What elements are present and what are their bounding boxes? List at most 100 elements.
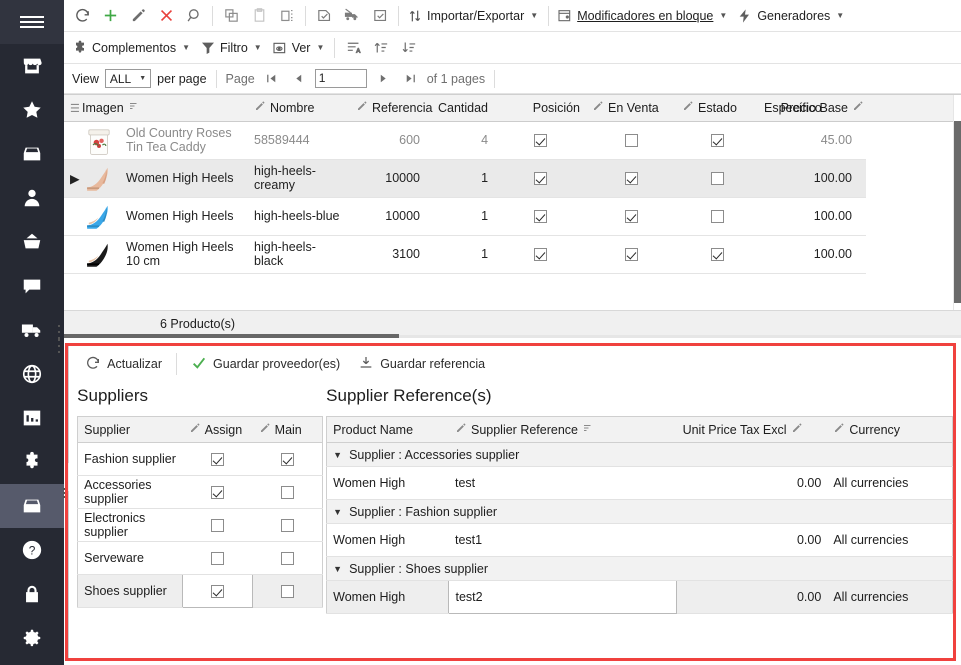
suppliers-col-supplier[interactable]: Supplier [77, 416, 183, 443]
grid-header-cantidad[interactable]: Cantidad [426, 95, 495, 122]
checkbox-especifico[interactable] [710, 210, 724, 224]
table-row[interactable]: Old Country Roses Tin Tea Caddy 58589444… [64, 121, 961, 160]
checkbox-especifico[interactable] [710, 134, 724, 148]
group-header-cell[interactable]: ▼ Supplier : Shoes supplier [326, 556, 953, 581]
checkbox-main[interactable] [280, 453, 294, 467]
supplier-assign-cell[interactable] [182, 475, 253, 509]
checkbox-estado[interactable] [624, 248, 638, 262]
refresh-suppliers-button[interactable]: Actualizar [77, 351, 170, 377]
checkbox-especifico[interactable] [710, 172, 724, 186]
row-estado[interactable] [586, 197, 677, 236]
view-button[interactable]: Ver ▼ [268, 34, 331, 62]
sidebar-item-settings[interactable] [0, 616, 64, 660]
sort-asc-button[interactable] [367, 34, 395, 62]
panel-splitter-handle[interactable] [58, 316, 66, 330]
checkbox-assign[interactable] [211, 585, 225, 599]
table-row[interactable]: Serveware [77, 541, 323, 575]
chevron-down-icon-group[interactable]: ▼ [333, 507, 342, 517]
paste-button[interactable] [245, 2, 273, 30]
sort-desc-button[interactable] [395, 34, 423, 62]
sidebar-item-localization[interactable] [0, 352, 64, 396]
row-expander[interactable] [64, 235, 76, 274]
chevron-down-icon-group[interactable]: ▼ [333, 564, 342, 574]
grid-header-estado[interactable]: Estado [676, 95, 759, 122]
checkbox-assign[interactable] [211, 453, 225, 467]
last-page-button[interactable] [400, 72, 421, 85]
delete-button[interactable] [152, 2, 180, 30]
table-row[interactable]: Women High test1 0.00 All currencies [326, 523, 953, 557]
import-export-button[interactable]: Importar/Exportar ▼ [403, 2, 544, 30]
grid-header-nombre[interactable]: Nombre [248, 95, 351, 122]
suppliers-col-main[interactable]: Main [252, 416, 323, 443]
checkbox-especifico[interactable] [710, 248, 724, 262]
save-reference-button[interactable]: Guardar referencia [350, 351, 493, 377]
group-header-row[interactable]: ▼ Supplier : Fashion supplier [326, 499, 953, 524]
prev-page-button[interactable] [288, 72, 309, 85]
next-page-button[interactable] [373, 72, 394, 85]
checkbox-en-venta[interactable] [533, 172, 547, 186]
ref-col-currency[interactable]: Currency [827, 416, 953, 443]
grid-vscrollbar[interactable] [953, 95, 961, 310]
checkbox-estado[interactable] [624, 172, 638, 186]
grid-header-menu[interactable]: ☰ [64, 95, 80, 122]
row-expander[interactable] [64, 197, 76, 236]
checkbox-en-venta[interactable] [533, 134, 547, 148]
menu-toggle-button[interactable] [0, 0, 64, 44]
grid-header-imagen[interactable]: Imagen [76, 95, 249, 122]
checkbox-estado[interactable] [624, 134, 638, 148]
checkbox-en-venta[interactable] [533, 248, 547, 262]
ref-col-supplier-reference[interactable]: Supplier Reference [448, 416, 677, 443]
sidebar-item-modules[interactable] [0, 440, 64, 484]
table-row[interactable]: Fashion supplier [77, 442, 323, 476]
supplier-main-cell[interactable] [252, 541, 323, 575]
ref-col-unit-price[interactable]: Unit Price Tax Excl [676, 416, 828, 443]
sidebar-item-products[interactable] [0, 484, 64, 528]
row-en-venta[interactable] [494, 197, 587, 236]
supplier-assign-cell[interactable] [182, 541, 253, 575]
search-button[interactable] [180, 2, 208, 30]
table-row[interactable]: Women High Heels 10 cm high-heels-black … [64, 235, 961, 274]
row-especifico[interactable] [676, 197, 759, 236]
suppliers-col-assign[interactable]: Assign [182, 416, 253, 443]
supplier-main-cell[interactable] [252, 574, 323, 608]
sidebar-item-customers[interactable] [0, 176, 64, 220]
grid-header-posicion[interactable]: Posición [494, 95, 587, 122]
page-number-input[interactable]: 1 [314, 69, 367, 88]
checkbox-main[interactable] [280, 519, 294, 533]
row-especifico[interactable] [676, 159, 759, 198]
pane-splitter-handle[interactable] [61, 486, 69, 500]
sidebar-item-stats[interactable] [0, 396, 64, 440]
grid-hscrollbar[interactable] [64, 333, 961, 340]
sidebar-item-store[interactable] [0, 44, 64, 88]
row-en-venta[interactable] [494, 121, 587, 160]
per-page-select[interactable]: ALL ▼ [104, 69, 152, 88]
duplicate-button[interactable] [273, 2, 301, 30]
ref-supplier-reference[interactable]: test [448, 466, 677, 500]
supplier-assign-cell[interactable] [182, 508, 253, 542]
row-expander[interactable]: ▶ [64, 159, 80, 198]
supplier-main-cell[interactable] [252, 508, 323, 542]
row-especifico[interactable] [676, 121, 759, 160]
bulk-modifiers-button[interactable]: Modificadores en bloque ▼ [553, 2, 733, 30]
checkbox-assign[interactable] [211, 486, 225, 500]
checkbox-estado[interactable] [624, 210, 638, 224]
save-suppliers-button[interactable]: Guardar proveedor(es) [183, 351, 348, 377]
sidebar-item-help[interactable]: ? [0, 528, 64, 572]
sidebar-item-security[interactable] [0, 572, 64, 616]
generators-button[interactable]: Generadores ▼ [733, 2, 850, 30]
hscroll-thumb[interactable] [64, 334, 399, 338]
group-button[interactable]: A [339, 34, 367, 62]
checkbox-main[interactable] [281, 585, 295, 599]
apply-button[interactable] [366, 2, 394, 30]
complements-button[interactable]: Complementos ▼ [68, 34, 196, 62]
supplier-assign-cell[interactable] [182, 574, 254, 608]
sidebar-item-messages[interactable] [0, 264, 64, 308]
row-expander[interactable] [64, 121, 76, 160]
copy-button[interactable] [217, 2, 245, 30]
table-row[interactable]: Electronics supplier [77, 508, 323, 542]
checkbox-assign[interactable] [211, 519, 225, 533]
row-estado[interactable] [586, 121, 677, 160]
table-row[interactable]: ▶ Women High Heels high-heels-creamy 100… [64, 159, 961, 198]
checkbox-en-venta[interactable] [533, 210, 547, 224]
grid-header-en-venta[interactable]: En Venta [586, 95, 677, 122]
